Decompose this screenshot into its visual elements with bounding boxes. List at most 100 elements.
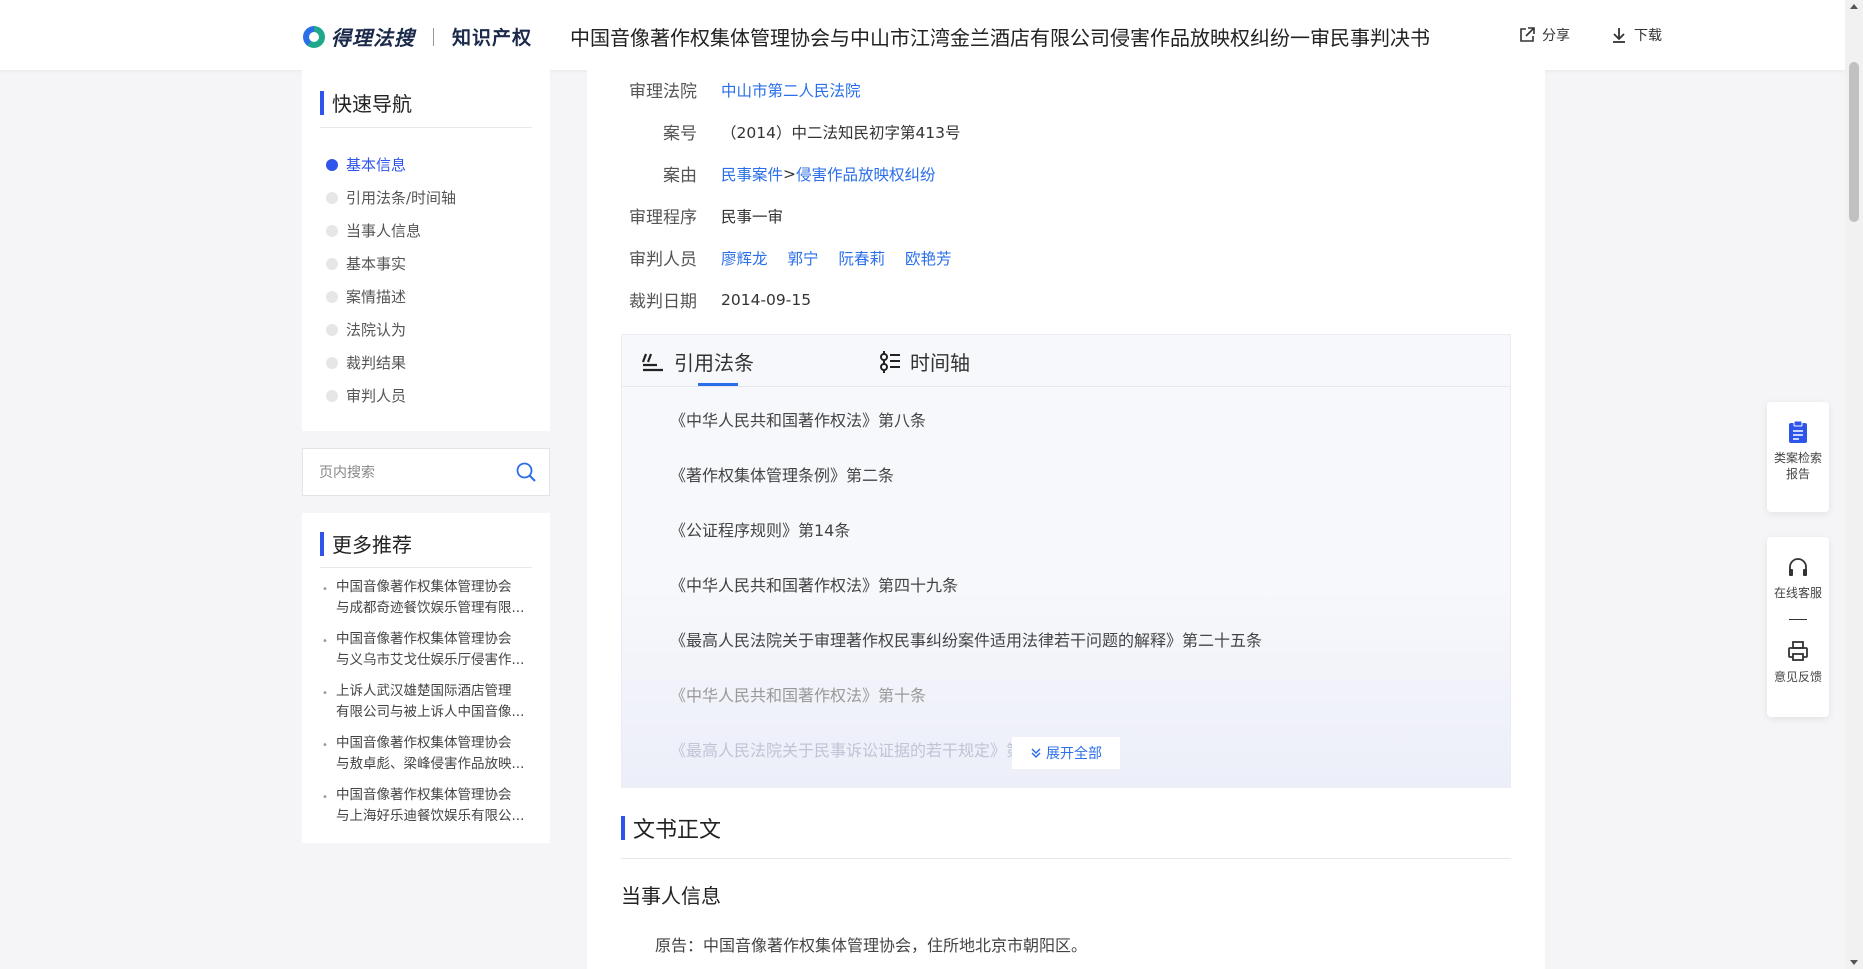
download-button[interactable]: 下载 xyxy=(1610,25,1662,45)
logo-subtitle: 知识产权 xyxy=(452,27,533,49)
tab-timeline-label: 时间轴 xyxy=(910,351,970,375)
nav-dot-icon xyxy=(326,159,338,171)
recommend-item-line1: 中国音像著作权集体管理协会 xyxy=(336,579,512,595)
nav-item-label: 基本信息 xyxy=(346,156,407,174)
nav-item[interactable]: 裁判结果 xyxy=(322,346,456,379)
bullet-icon: • xyxy=(322,792,328,803)
judge-link[interactable]: 廖辉龙 xyxy=(721,247,768,269)
cited-law-item[interactable]: 《中华人民共和国著作权法》第十条 xyxy=(670,682,926,706)
nav-item[interactable]: 基本信息 xyxy=(322,148,456,181)
expand-all-button[interactable]: 展开全部 xyxy=(1012,737,1120,769)
party-plaintiff-line: 原告：中国音像著作权集体管理协会，住所地北京市朝阳区。 xyxy=(655,936,1088,955)
court-link[interactable]: 中山市第二人民法院 xyxy=(721,79,861,101)
court-label: 审理法院 xyxy=(629,82,697,102)
cited-law-item[interactable]: 《最高人民法院关于审理著作权民事纠纷案件适用法律若干问题的解释》第二十五条 xyxy=(670,627,1262,651)
date-value: 2014-09-15 xyxy=(721,290,812,309)
quick-nav-card: 快速导航 基本信息引用法条/时间轴 当事人信息基本事实案情描述法院认为 裁判结果审判… xyxy=(302,70,550,431)
cause-link-civil[interactable]: 民事案件 xyxy=(721,163,783,185)
document-body-title: 文书正文 xyxy=(621,812,721,844)
recommend-item-line2: 与义乌市艾戈仕娱乐厅侵害作... xyxy=(336,652,525,668)
nav-item[interactable]: 当事人信息 xyxy=(322,214,456,247)
nav-item-label: 基本事实 xyxy=(346,255,407,273)
cause-link-infringement[interactable]: 侵害作品放映权纠纷 xyxy=(796,163,936,185)
similar-case-report-button[interactable]: 类案检索 报告 xyxy=(1767,420,1829,482)
recommend-item-line2: 有限公司与被上诉人中国音像... xyxy=(336,704,525,720)
recommend-card: 更多推荐 • 中国音像著作权集体管理协会 与成都奇迹餐饮娱乐管理有限... • 中国音像… xyxy=(302,513,550,843)
main-content: 审理法院 中山市第二人民法院 案号 （2014）中二法知民初字第413号 案由 … xyxy=(587,70,1545,969)
active-tab-indicator xyxy=(698,383,738,386)
judges-list: 廖辉龙 郭宁 阮春莉 欧艳芳 xyxy=(721,245,952,270)
recommend-item[interactable]: • 中国音像著作权集体管理协会 与成都奇迹餐饮娱乐管理有限... xyxy=(320,577,535,629)
document-title: 中国音像著作权集体管理协会与中山市江湾金兰酒店有限公司侵害作品放映权纠纷一审民事… xyxy=(570,26,1430,50)
bullet-icon: • xyxy=(322,688,328,699)
logo-divider xyxy=(433,27,434,46)
nav-item[interactable]: 引用法条/时间轴 xyxy=(322,181,456,214)
recommend-item-line1: 中国音像著作权集体管理协会 xyxy=(336,631,512,647)
download-label: 下载 xyxy=(1634,28,1662,44)
search-icon[interactable] xyxy=(515,461,537,483)
cited-law-item[interactable]: 《著作权集体管理条例》第二条 xyxy=(670,462,894,486)
cited-law-item[interactable]: 《最高人民法院关于民事诉讼证据的若干规定》第 xyxy=(670,737,1022,761)
nav-item[interactable]: 案情描述 xyxy=(322,280,456,313)
nav-dot-icon xyxy=(326,390,338,402)
document-divider xyxy=(621,858,1511,859)
float-divider xyxy=(1789,619,1807,620)
recommend-item-line2: 与敖卓彪、梁峰侵害作品放映... xyxy=(336,756,525,772)
double-chevron-down-icon xyxy=(1031,748,1041,759)
recommend-item[interactable]: • 中国音像著作权集体管理协会 与敖卓彪、梁峰侵害作品放映... xyxy=(320,733,535,785)
page-scrollbar[interactable] xyxy=(1845,0,1863,969)
scrollbar-thumb[interactable] xyxy=(1849,62,1859,222)
cause-label: 案由 xyxy=(663,166,697,186)
nav-item-label: 审判人员 xyxy=(346,387,407,405)
recommend-item-line2: 与成都奇迹餐饮娱乐管理有限... xyxy=(336,600,525,616)
party-info-heading: 当事人信息 xyxy=(621,884,721,908)
page-search-input[interactable] xyxy=(319,462,499,484)
recommend-divider xyxy=(320,567,532,568)
online-service-button[interactable]: 在线客服 xyxy=(1767,555,1829,601)
nav-dot-icon xyxy=(326,357,338,369)
nav-dot-icon xyxy=(326,324,338,336)
bullet-icon: • xyxy=(322,740,328,751)
nav-item-label: 案情描述 xyxy=(346,288,407,306)
nav-item-label: 当事人信息 xyxy=(346,222,422,240)
nav-item[interactable]: 审判人员 xyxy=(322,379,456,412)
info-row-date: 裁判日期 2014-09-15 xyxy=(621,287,812,313)
cited-law-item[interactable]: 《中华人民共和国著作权法》第四十九条 xyxy=(670,572,958,596)
nav-item[interactable]: 基本事实 xyxy=(322,247,456,280)
nav-dot-icon xyxy=(326,258,338,270)
cited-law-item[interactable]: 《公证程序规则》第14条 xyxy=(670,517,850,541)
nav-item[interactable]: 法院认为 xyxy=(322,313,456,346)
printer-feedback-icon xyxy=(1788,641,1808,661)
scroll-up-icon[interactable] xyxy=(1850,4,1858,9)
judge-link[interactable]: 郭宁 xyxy=(788,247,819,269)
tab-cited-laws[interactable]: 引用法条 xyxy=(640,347,754,376)
recommend-item[interactable]: • 上诉人武汉雄楚国际酒店管理 有限公司与被上诉人中国音像... xyxy=(320,681,535,733)
tab-timeline[interactable]: 时间轴 xyxy=(878,347,970,376)
cited-law-item[interactable]: 《中华人民共和国著作权法》第八条 xyxy=(670,407,926,431)
recommend-item-line2: 与上海好乐迪餐饮娱乐有限公... xyxy=(336,808,525,824)
title-accent-bar xyxy=(320,531,324,556)
procedure-value: 民事一审 xyxy=(721,207,784,226)
info-row-court: 审理法院 中山市第二人民法院 xyxy=(621,77,861,103)
similar-case-report-label-1: 类案检索 xyxy=(1773,451,1822,465)
case-no-value: （2014）中二法知民初字第413号 xyxy=(721,123,961,142)
share-button[interactable]: 分享 xyxy=(1518,25,1570,45)
judge-link[interactable]: 欧艳芳 xyxy=(905,247,952,269)
feedback-button[interactable]: 意见反馈 xyxy=(1767,639,1829,685)
recommend-item-line1: 上诉人武汉雄楚国际酒店管理 xyxy=(336,683,512,699)
site-logo[interactable]: 得理法搜 知识产权 xyxy=(303,22,532,51)
date-label: 裁判日期 xyxy=(629,292,697,312)
recommend-item[interactable]: • 中国音像著作权集体管理协会 与义乌市艾戈仕娱乐厅侵害作... xyxy=(320,629,535,681)
nav-item-label: 引用法条/时间轴 xyxy=(346,189,457,207)
logo-mark-icon xyxy=(303,25,325,48)
recommend-item[interactable]: • 中国音像著作权集体管理协会 与上海好乐迪餐饮娱乐有限公... xyxy=(320,785,535,837)
nav-dot-icon xyxy=(326,291,338,303)
quick-nav-title-text: 快速导航 xyxy=(332,92,412,116)
recommend-list: • 中国音像著作权集体管理协会 与成都奇迹餐饮娱乐管理有限... • 中国音像著作权集体… xyxy=(320,577,535,837)
scroll-down-icon[interactable] xyxy=(1850,960,1858,965)
expand-all-label: 展开全部 xyxy=(1046,746,1102,762)
nav-dot-icon xyxy=(326,192,338,204)
judge-link[interactable]: 阮春莉 xyxy=(839,247,886,269)
info-row-procedure: 审理程序 民事一审 xyxy=(621,203,784,229)
procedure-label: 审理程序 xyxy=(629,208,697,228)
